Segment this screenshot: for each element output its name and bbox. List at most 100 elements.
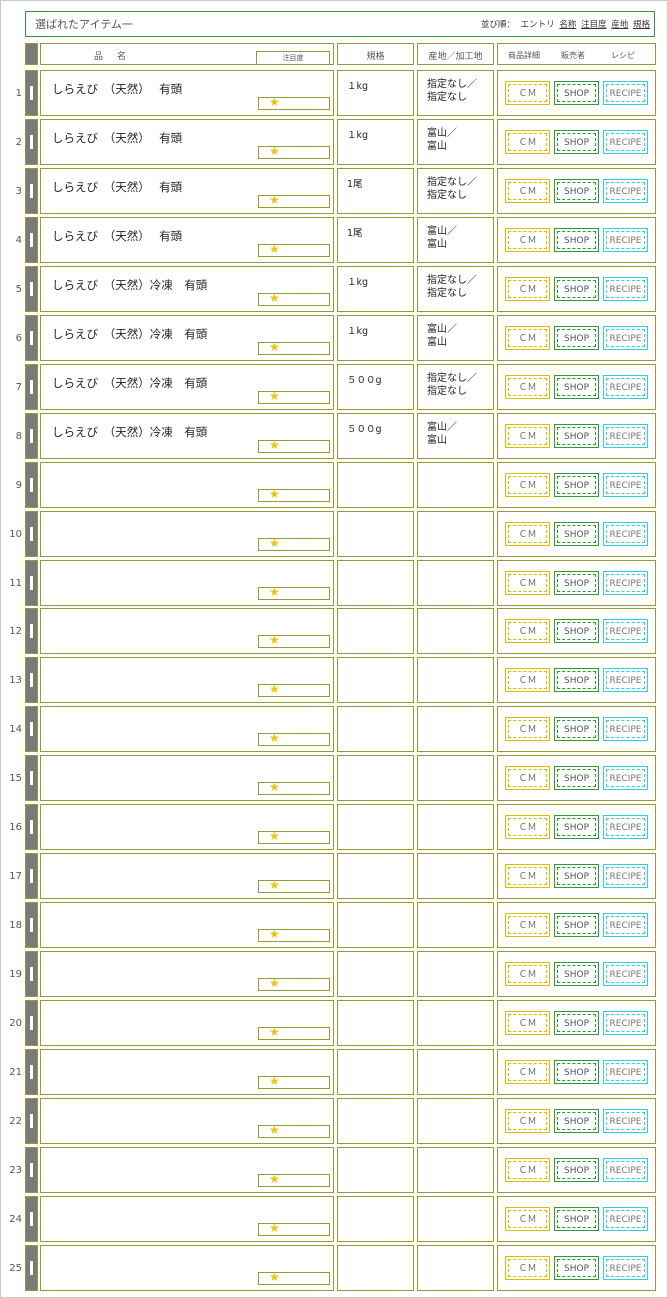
attention-rating[interactable]: ★ [258, 536, 330, 551]
recipe-button[interactable]: RECIPE [603, 717, 648, 742]
cm-button[interactable]: ＣＭ [505, 227, 550, 252]
cm-button[interactable]: ＣＭ [505, 864, 550, 889]
shop-button[interactable]: SHOP [554, 1108, 599, 1133]
attention-rating[interactable]: ★ [258, 1074, 330, 1089]
cm-button[interactable]: ＣＭ [505, 423, 550, 448]
cm-button[interactable]: ＣＭ [505, 1011, 550, 1036]
shop-button[interactable]: SHOP [554, 570, 599, 595]
recipe-button[interactable]: RECIPE [603, 325, 648, 350]
cm-button[interactable]: ＣＭ [505, 1206, 550, 1231]
cm-button[interactable]: ＣＭ [505, 521, 550, 546]
row-handle[interactable] [25, 902, 38, 949]
shop-button[interactable]: SHOP [554, 81, 599, 105]
cm-button[interactable]: ＣＭ [505, 374, 550, 399]
row-handle[interactable] [25, 657, 38, 704]
row-handle[interactable] [25, 853, 38, 900]
attention-rating[interactable]: ★ [258, 242, 330, 257]
recipe-button[interactable]: RECIPE [603, 276, 648, 301]
shop-button[interactable]: SHOP [554, 472, 599, 497]
recipe-button[interactable]: RECIPE [603, 178, 648, 203]
recipe-button[interactable]: RECIPE [603, 913, 648, 938]
cm-button[interactable]: ＣＭ [505, 472, 550, 497]
cm-button[interactable]: ＣＭ [505, 178, 550, 203]
recipe-button[interactable]: RECIPE [603, 227, 648, 252]
sort-by-origin-link[interactable]: 産地 [611, 20, 628, 30]
row-handle[interactable] [25, 1244, 38, 1291]
row-handle[interactable] [25, 412, 38, 459]
row-handle[interactable] [25, 363, 38, 410]
attention-rating[interactable]: ★ [258, 829, 330, 845]
attention-rating[interactable]: ★ [258, 731, 330, 747]
attention-rating[interactable]: ★ [258, 780, 330, 796]
attention-rating[interactable]: ★ [258, 291, 330, 306]
shop-button[interactable]: SHOP [554, 178, 599, 203]
shop-button[interactable]: SHOP [554, 276, 599, 301]
cm-button[interactable]: ＣＭ [505, 1157, 550, 1182]
cm-button[interactable]: ＣＭ [505, 717, 550, 742]
attention-rating[interactable]: ★ [258, 487, 330, 502]
row-handle[interactable] [25, 1000, 38, 1047]
row-handle[interactable] [25, 1195, 38, 1242]
recipe-button[interactable]: RECIPE [603, 374, 648, 399]
recipe-button[interactable]: RECIPE [603, 1060, 648, 1084]
row-handle[interactable] [25, 167, 38, 214]
recipe-button[interactable]: RECIPE [603, 423, 648, 448]
recipe-button[interactable]: RECIPE [603, 864, 648, 889]
shop-button[interactable]: SHOP [554, 766, 599, 791]
shop-button[interactable]: SHOP [554, 374, 599, 399]
recipe-button[interactable]: RECIPE [603, 1255, 648, 1280]
attention-rating[interactable]: ★ [258, 438, 330, 453]
cm-button[interactable]: ＣＭ [505, 276, 550, 301]
recipe-button[interactable]: RECIPE [603, 1206, 648, 1231]
row-handle[interactable] [25, 1097, 38, 1144]
shop-button[interactable]: SHOP [554, 962, 599, 987]
attention-rating[interactable]: ★ [258, 682, 330, 698]
attention-rating[interactable]: ★ [258, 1123, 330, 1138]
cm-button[interactable]: ＣＭ [505, 668, 550, 693]
shop-button[interactable]: SHOP [554, 1060, 599, 1084]
row-handle[interactable] [25, 118, 38, 165]
shop-button[interactable]: SHOP [554, 864, 599, 889]
recipe-button[interactable]: RECIPE [603, 472, 648, 497]
shop-button[interactable]: SHOP [554, 227, 599, 252]
recipe-button[interactable]: RECIPE [603, 962, 648, 987]
row-handle[interactable] [25, 608, 38, 655]
cm-button[interactable]: ＣＭ [505, 570, 550, 595]
shop-button[interactable]: SHOP [554, 668, 599, 693]
shop-button[interactable]: SHOP [554, 1255, 599, 1280]
cm-button[interactable]: ＣＭ [505, 1060, 550, 1084]
attention-rating[interactable]: ★ [258, 1270, 330, 1285]
attention-rating[interactable]: ★ [258, 585, 330, 600]
row-handle[interactable] [25, 70, 38, 116]
sort-by-name-link[interactable]: 名称 [559, 20, 576, 30]
cm-button[interactable]: ＣＭ [505, 815, 550, 840]
recipe-button[interactable]: RECIPE [603, 129, 648, 154]
recipe-button[interactable]: RECIPE [603, 1108, 648, 1133]
cm-button[interactable]: ＣＭ [505, 81, 550, 105]
row-handle[interactable] [25, 461, 38, 508]
attention-rating[interactable]: ★ [258, 389, 330, 404]
attention-rating[interactable]: ★ [258, 878, 330, 894]
attention-rating[interactable]: ★ [258, 193, 330, 208]
attention-rating[interactable]: ★ [258, 1221, 330, 1236]
row-handle[interactable] [25, 755, 38, 802]
shop-button[interactable]: SHOP [554, 423, 599, 448]
row-handle[interactable] [25, 265, 38, 312]
row-handle[interactable] [25, 951, 38, 998]
attention-rating[interactable]: ★ [258, 144, 330, 159]
row-handle[interactable] [25, 1146, 38, 1193]
shop-button[interactable]: SHOP [554, 717, 599, 742]
shop-button[interactable]: SHOP [554, 521, 599, 546]
cm-button[interactable]: ＣＭ [505, 325, 550, 350]
recipe-button[interactable]: RECIPE [603, 766, 648, 791]
row-handle[interactable] [25, 559, 38, 606]
cm-button[interactable]: ＣＭ [505, 913, 550, 938]
recipe-button[interactable]: RECIPE [603, 81, 648, 105]
attention-rating[interactable]: ★ [258, 340, 330, 355]
shop-button[interactable]: SHOP [554, 815, 599, 840]
recipe-button[interactable]: RECIPE [603, 619, 648, 644]
row-handle[interactable] [25, 216, 38, 263]
shop-button[interactable]: SHOP [554, 325, 599, 350]
shop-button[interactable]: SHOP [554, 913, 599, 938]
cm-button[interactable]: ＣＭ [505, 1108, 550, 1133]
